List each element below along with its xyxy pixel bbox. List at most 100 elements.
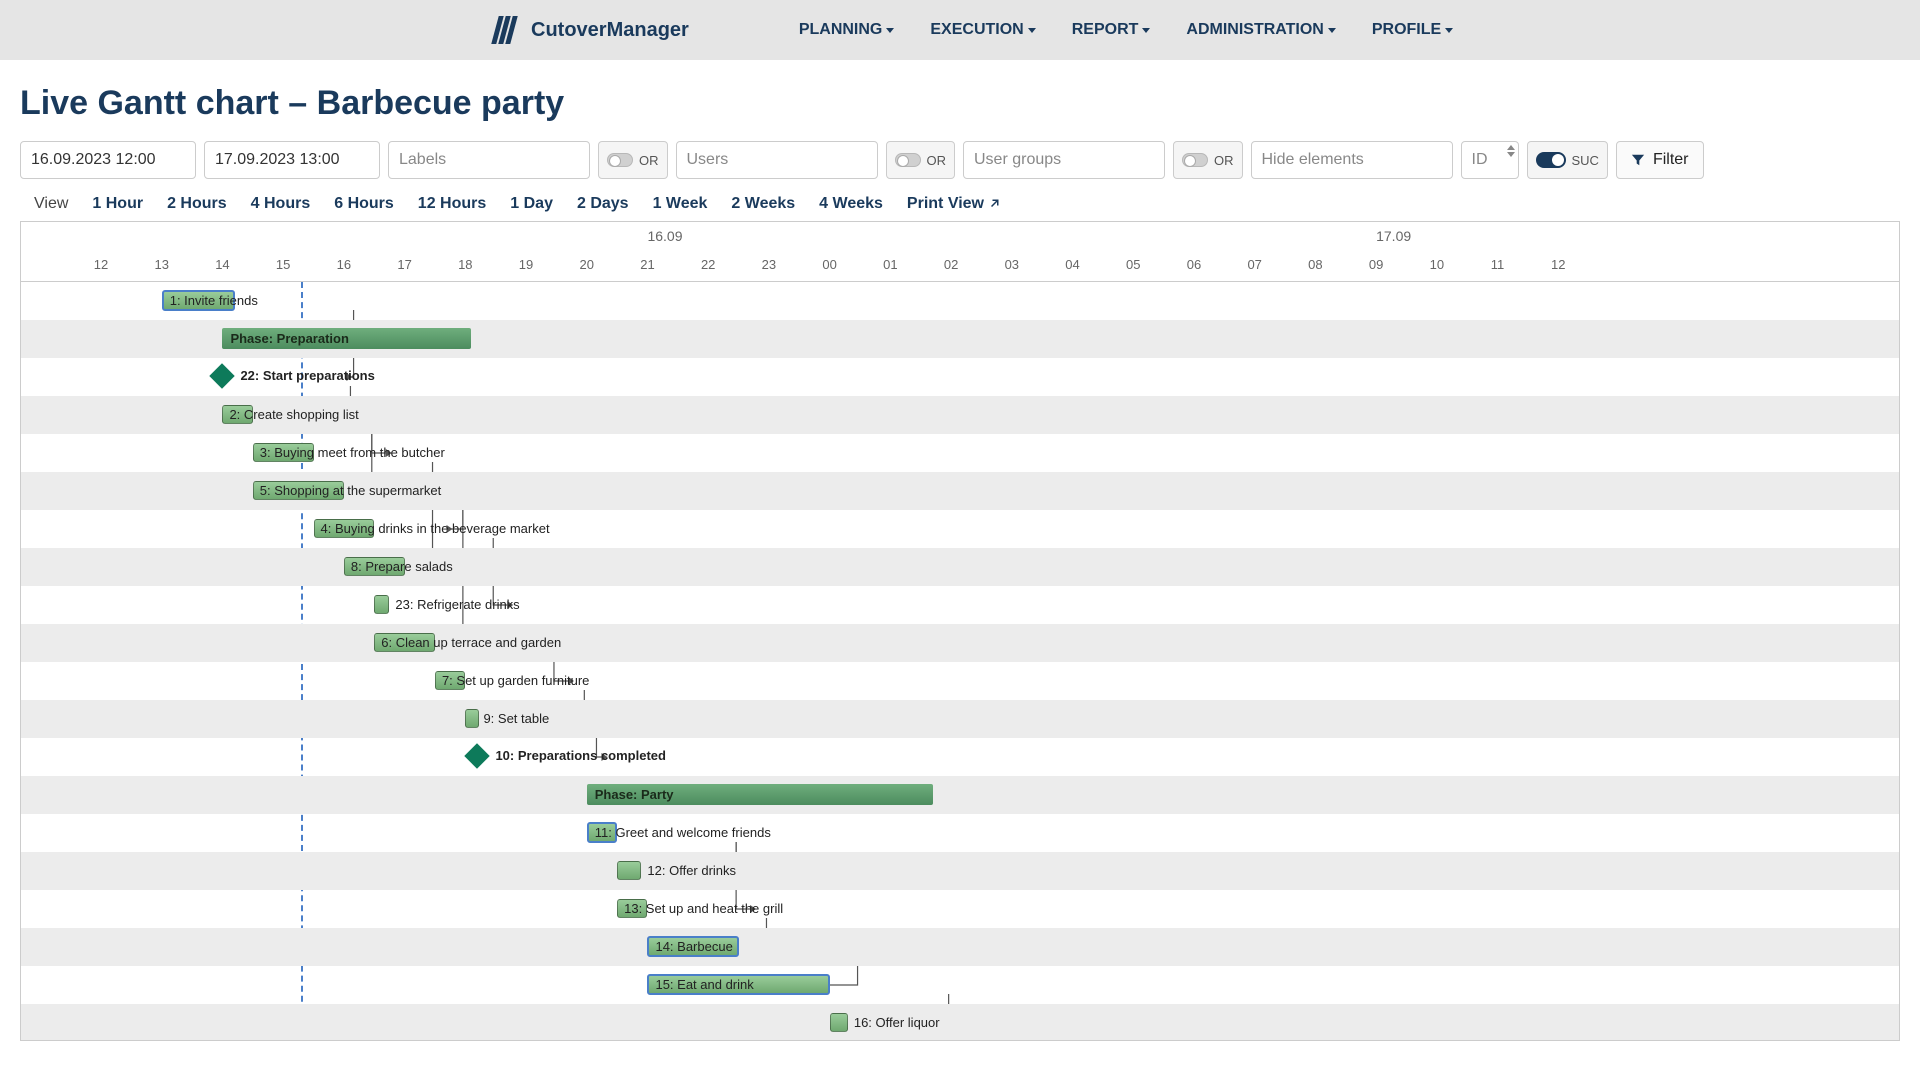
- nav-item-planning[interactable]: PLANNING: [799, 21, 895, 39]
- view-option-1-day[interactable]: 1 Day: [510, 195, 553, 213]
- gantt-row: 14: Barbecue: [21, 928, 1899, 966]
- task-bar[interactable]: 4: Buying drinks in the beverage market: [314, 519, 375, 538]
- labels-input[interactable]: [388, 141, 590, 179]
- gantt-body: 1: Invite friendsPhase: Preparation22: S…: [21, 282, 1899, 1041]
- hour-label: 15: [276, 257, 290, 272]
- task-bar[interactable]: 13: Set up and heat the grill: [617, 899, 647, 918]
- hour-label: 09: [1369, 257, 1383, 272]
- filter-button[interactable]: Filter: [1616, 141, 1704, 179]
- end-date-input[interactable]: [204, 141, 380, 179]
- gantt-row: 13: Set up and heat the grill: [21, 890, 1899, 928]
- task-bar[interactable]: 7: Set up garden furniture: [435, 671, 465, 690]
- task-label: 9: Set table: [483, 711, 549, 726]
- task-bar[interactable]: 6: Clean up terrace and garden: [374, 633, 435, 652]
- view-option-2-hours[interactable]: 2 Hours: [167, 195, 227, 213]
- nav-item-execution[interactable]: EXECUTION: [930, 21, 1035, 39]
- task-bar[interactable]: 14: Barbecue: [647, 936, 738, 957]
- view-option-6-hours[interactable]: 6 Hours: [334, 195, 394, 213]
- view-option-label: 1 Week: [653, 195, 708, 213]
- day-label: 17.09: [1376, 228, 1411, 244]
- view-option-label: 2 Weeks: [731, 195, 795, 213]
- task-bar[interactable]: [830, 1013, 848, 1032]
- view-option-label: 4 Hours: [251, 195, 311, 213]
- gantt-row: 8: Prepare salads: [21, 548, 1899, 586]
- nav-item-profile[interactable]: PROFILE: [1372, 21, 1453, 39]
- gantt-row: 7: Set up garden furniture: [21, 662, 1899, 700]
- task-bar[interactable]: 1: Invite friends: [162, 290, 235, 311]
- task-bar[interactable]: [617, 861, 641, 880]
- hide-elements-input[interactable]: [1251, 141, 1453, 179]
- view-option-4-weeks[interactable]: 4 Weeks: [819, 195, 883, 213]
- view-option-label: 12 Hours: [418, 195, 486, 213]
- chevron-down-icon: [1445, 28, 1453, 33]
- chevron-down-icon: [1142, 28, 1150, 33]
- task-bar[interactable]: 8: Prepare salads: [344, 557, 405, 576]
- milestone-diamond-icon[interactable]: [210, 363, 235, 388]
- users-or-toggle[interactable]: OR: [886, 141, 956, 179]
- nav-item-administration[interactable]: ADMINISTRATION: [1186, 21, 1335, 39]
- start-date-input[interactable]: [20, 141, 196, 179]
- nav-item-label: PROFILE: [1372, 21, 1441, 39]
- gantt-row: 23: Refrigerate drinks: [21, 586, 1899, 624]
- phase-bar[interactable]: Phase: Party: [587, 784, 933, 805]
- hour-label: 16: [337, 257, 351, 272]
- task-bar[interactable]: 3: Buying meet from the butcher: [253, 443, 314, 462]
- gantt-row: 12: Offer drinks: [21, 852, 1899, 890]
- brand-name: CutoverManager: [531, 19, 689, 42]
- view-option-2-weeks[interactable]: 2 Weeks: [731, 195, 795, 213]
- gantt-row: 9: Set table: [21, 700, 1899, 738]
- view-row: View 1 Hour2 Hours4 Hours6 Hours12 Hours…: [0, 185, 1920, 221]
- milestone-diamond-icon[interactable]: [465, 743, 490, 768]
- view-option-4-hours[interactable]: 4 Hours: [251, 195, 311, 213]
- users-input[interactable]: [676, 141, 878, 179]
- hour-label: 19: [519, 257, 533, 272]
- phase-bar[interactable]: Phase: Preparation: [222, 328, 471, 349]
- suc-label: SUC: [1572, 153, 1599, 168]
- gantt-row: 10: Preparations completed: [21, 738, 1899, 776]
- view-option-12-hours[interactable]: 12 Hours: [418, 195, 486, 213]
- view-option-1-week[interactable]: 1 Week: [653, 195, 708, 213]
- nav-items: PLANNING EXECUTION REPORT ADMINISTRATION PRO…: [799, 21, 1453, 39]
- milestone-label: 10: Preparations completed: [495, 748, 666, 763]
- hour-label: 14: [215, 257, 229, 272]
- gantt-row: 4: Buying drinks in the beverage market: [21, 510, 1899, 548]
- id-stepper[interactable]: [1507, 145, 1515, 157]
- suc-toggle[interactable]: SUC: [1527, 141, 1608, 179]
- view-option-print-view[interactable]: Print View: [907, 195, 1000, 213]
- task-bar[interactable]: 11: Greet and welcome friends: [587, 822, 617, 843]
- groups-or-toggle[interactable]: OR: [1173, 141, 1243, 179]
- hour-label: 03: [1005, 257, 1019, 272]
- view-option-label: 6 Hours: [334, 195, 394, 213]
- nav-item-report[interactable]: REPORT: [1072, 21, 1151, 39]
- hour-label: 01: [883, 257, 897, 272]
- task-bar[interactable]: [465, 709, 479, 728]
- hour-label: 12: [94, 257, 108, 272]
- hour-label: 05: [1126, 257, 1140, 272]
- timeline-header: 16.0917.09 12131415161718192021222300010…: [21, 222, 1899, 282]
- hour-label: 21: [640, 257, 654, 272]
- gantt-row: 15: Eat and drink: [21, 966, 1899, 1004]
- task-bar[interactable]: 5: Shopping at the supermarket: [253, 481, 344, 500]
- task-label: 16: Offer liquor: [854, 1015, 940, 1030]
- view-option-2-days[interactable]: 2 Days: [577, 195, 629, 213]
- gantt-row: 16: Offer liquor: [21, 1004, 1899, 1041]
- toggle-off-icon: [895, 153, 921, 167]
- gantt-row: 6: Clean up terrace and garden: [21, 624, 1899, 662]
- day-label: 16.09: [647, 228, 682, 244]
- nav-item-label: REPORT: [1072, 21, 1139, 39]
- chevron-up-icon: [1507, 145, 1515, 150]
- chevron-down-icon: [886, 28, 894, 33]
- gantt-row: Phase: Preparation: [21, 320, 1899, 358]
- labels-or-toggle[interactable]: OR: [598, 141, 668, 179]
- view-option-label: 1 Day: [510, 195, 553, 213]
- page-header: Live Gantt chart – Barbecue party: [0, 60, 1920, 133]
- gantt-row: 3: Buying meet from the butcher: [21, 434, 1899, 472]
- task-bar[interactable]: 15: Eat and drink: [647, 974, 829, 995]
- hour-label: 11: [1491, 257, 1505, 272]
- view-option-1-hour[interactable]: 1 Hour: [92, 195, 143, 213]
- task-bar[interactable]: 2: Create shopping list: [222, 405, 252, 424]
- task-bar[interactable]: [374, 595, 389, 614]
- nav-item-label: ADMINISTRATION: [1186, 21, 1323, 39]
- hour-label: 00: [822, 257, 836, 272]
- groups-input[interactable]: [963, 141, 1165, 179]
